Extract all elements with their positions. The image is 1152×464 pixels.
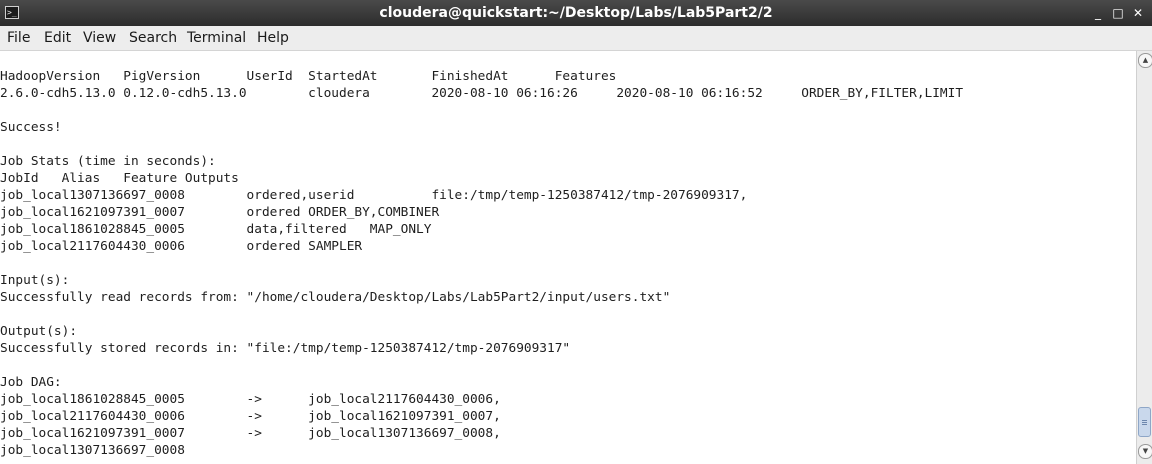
menu-help[interactable]: Help xyxy=(257,26,289,50)
terminal-line: Job DAG: xyxy=(0,375,62,390)
close-button[interactable]: ✕ xyxy=(1128,3,1148,23)
minimize-button[interactable]: _ xyxy=(1088,3,1108,23)
grip-line xyxy=(1142,422,1147,423)
terminal-line: Input(s): xyxy=(0,273,70,288)
terminal-line: Successfully read records from: "/home/c… xyxy=(0,290,671,305)
menu-bar: File Edit View Search Terminal Help xyxy=(0,26,1152,51)
maximize-button[interactable]: □ xyxy=(1108,3,1128,23)
grip-line xyxy=(1142,424,1147,425)
terminal-line: JobId Alias Feature Outputs xyxy=(0,171,239,186)
terminal-line: job_local1307136697_0008 xyxy=(0,443,185,458)
terminal-line: job_local1861028845_0005 data,filtered M… xyxy=(0,222,432,237)
terminal-line: Success! xyxy=(0,120,62,135)
menu-edit[interactable]: Edit xyxy=(44,26,71,50)
scrollbar-thumb[interactable] xyxy=(1138,407,1151,437)
terminal-line: job_local1307136697_0008 ordered,userid … xyxy=(0,188,748,203)
menu-file[interactable]: File xyxy=(7,26,30,50)
terminal-line: HadoopVersion PigVersion UserId StartedA… xyxy=(0,69,617,84)
menu-view[interactable]: View xyxy=(83,26,116,50)
menu-terminal[interactable]: Terminal xyxy=(187,26,246,50)
terminal-line: Successfully stored records in: "file:/t… xyxy=(0,341,571,356)
terminal-line: job_local1621097391_0007 -> job_local130… xyxy=(0,426,501,441)
terminal-line: job_local1861028845_0005 -> job_local211… xyxy=(0,392,501,407)
terminal-line: Job Stats (time in seconds): xyxy=(0,154,216,169)
terminal-window: >_ cloudera@quickstart:~/Desktop/Labs/La… xyxy=(0,0,1152,464)
terminal-line: Output(s): xyxy=(0,324,78,339)
terminal-output[interactable]: HadoopVersion PigVersion UserId StartedA… xyxy=(0,51,1136,464)
terminal-line: 2.6.0-cdh5.13.0 0.12.0-cdh5.13.0 clouder… xyxy=(0,86,964,101)
scroll-up-arrow-icon[interactable]: ▲ xyxy=(1138,53,1152,68)
terminal-line: job_local1621097391_0007 ordered ORDER_B… xyxy=(0,205,440,220)
terminal-line: job_local2117604430_0006 -> job_local162… xyxy=(0,409,501,424)
scroll-down-arrow-icon[interactable]: ▼ xyxy=(1138,444,1152,459)
window-title: cloudera@quickstart:~/Desktop/Labs/Lab5P… xyxy=(379,5,773,21)
grip-line xyxy=(1142,420,1147,421)
vertical-scrollbar[interactable]: ▲ ▼ xyxy=(1136,51,1152,464)
title-bar[interactable]: >_ cloudera@quickstart:~/Desktop/Labs/La… xyxy=(0,0,1152,26)
terminal-line: job_local2117604430_0006 ordered SAMPLER xyxy=(0,239,363,254)
menu-search[interactable]: Search xyxy=(129,26,177,50)
